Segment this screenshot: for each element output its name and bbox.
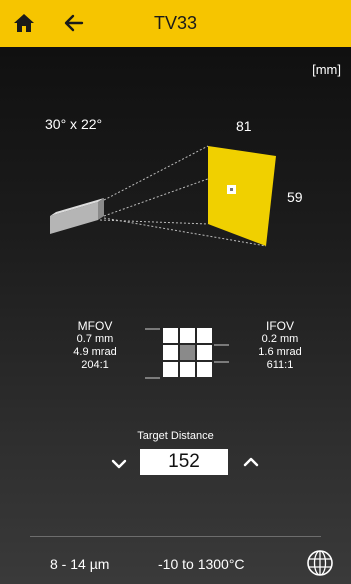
ifov-size: 0.2 mm xyxy=(261,333,299,345)
mfov-size: 0.7 mm xyxy=(76,333,114,345)
spectral-range: 8 - 14 µm xyxy=(50,556,110,572)
sensor-device xyxy=(50,198,104,234)
ifov-panel: IFOV 0.2 mm 1.6 mrad 611:1 xyxy=(245,320,315,372)
mfov-angle: 4.9 mrad xyxy=(73,346,117,358)
target-area xyxy=(208,146,276,246)
pixel-grid-illustration xyxy=(145,328,229,379)
chevron-up-icon[interactable] xyxy=(240,451,262,473)
ifov-ratio: 611:1 xyxy=(266,359,294,371)
target-distance-input[interactable] xyxy=(140,449,228,475)
app-header: TV33 xyxy=(0,0,351,47)
field-of-view-illustration xyxy=(50,145,276,247)
mfov-title: MFOV xyxy=(77,319,113,333)
page-title: TV33 xyxy=(153,13,198,33)
ifov-title: IFOV xyxy=(265,319,294,333)
mfov-ratio: 204:1 xyxy=(81,359,109,371)
ifov-angle: 1.6 mrad xyxy=(258,346,302,358)
temperature-range: -10 to 1300°C xyxy=(158,556,245,572)
footer-divider xyxy=(30,536,321,537)
chevron-down-icon[interactable] xyxy=(108,453,130,475)
unit-label: [mm] xyxy=(312,62,341,77)
target-distance-label: Target Distance xyxy=(137,430,214,442)
mfov-panel: MFOV 0.7 mm 4.9 mrad 204:1 xyxy=(60,320,130,372)
globe-icon[interactable] xyxy=(306,549,334,577)
